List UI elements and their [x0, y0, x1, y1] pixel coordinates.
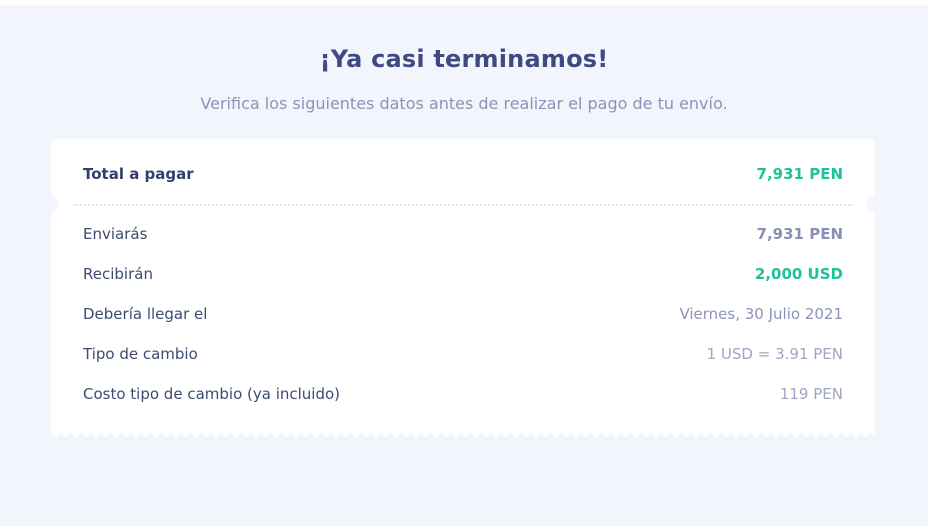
exchange-cost-label: Costo tipo de cambio (ya incluido)	[83, 385, 341, 403]
summary-row-exchange-cost: Costo tipo de cambio (ya incluido) 119 P…	[83, 383, 843, 405]
exchange-cost-value: 119 PEN	[779, 385, 843, 403]
page-background: ¡Ya casi terminamos! Verifica los siguie…	[0, 5, 928, 526]
summary-row-receive: Recibirán 2,000 USD	[83, 263, 843, 285]
total-label: Total a pagar	[83, 165, 194, 183]
arrival-label: Debería llegar el	[83, 305, 208, 323]
ticket-notch-right	[867, 196, 883, 212]
send-value: 7,931 PEN	[756, 225, 843, 243]
receive-label: Recibirán	[83, 265, 153, 283]
page-title: ¡Ya casi terminamos!	[319, 45, 609, 73]
exchange-rate-value: 1 USD = 3.91 PEN	[706, 345, 843, 363]
ticket-notch-left	[43, 196, 59, 212]
page-subtitle: Verifica los siguientes datos antes de r…	[200, 94, 728, 113]
send-label: Enviarás	[83, 225, 148, 243]
payment-summary-card: Total a pagar 7,931 PEN Enviarás 7,931 P…	[43, 139, 883, 438]
arrival-value: Viernes, 30 Julio 2021	[679, 305, 843, 323]
receive-value: 2,000 USD	[754, 265, 843, 283]
total-value: 7,931 PEN	[756, 165, 843, 183]
exchange-rate-label: Tipo de cambio	[83, 345, 198, 363]
summary-row-exchange-rate: Tipo de cambio 1 USD = 3.91 PEN	[83, 343, 843, 365]
dotted-divider	[73, 204, 853, 206]
ticket-zigzag-edge	[51, 432, 875, 438]
summary-row-arrival: Debería llegar el Viernes, 30 Julio 2021	[83, 303, 843, 325]
total-row: Total a pagar 7,931 PEN	[83, 163, 843, 185]
summary-row-send: Enviarás 7,931 PEN	[83, 223, 843, 245]
